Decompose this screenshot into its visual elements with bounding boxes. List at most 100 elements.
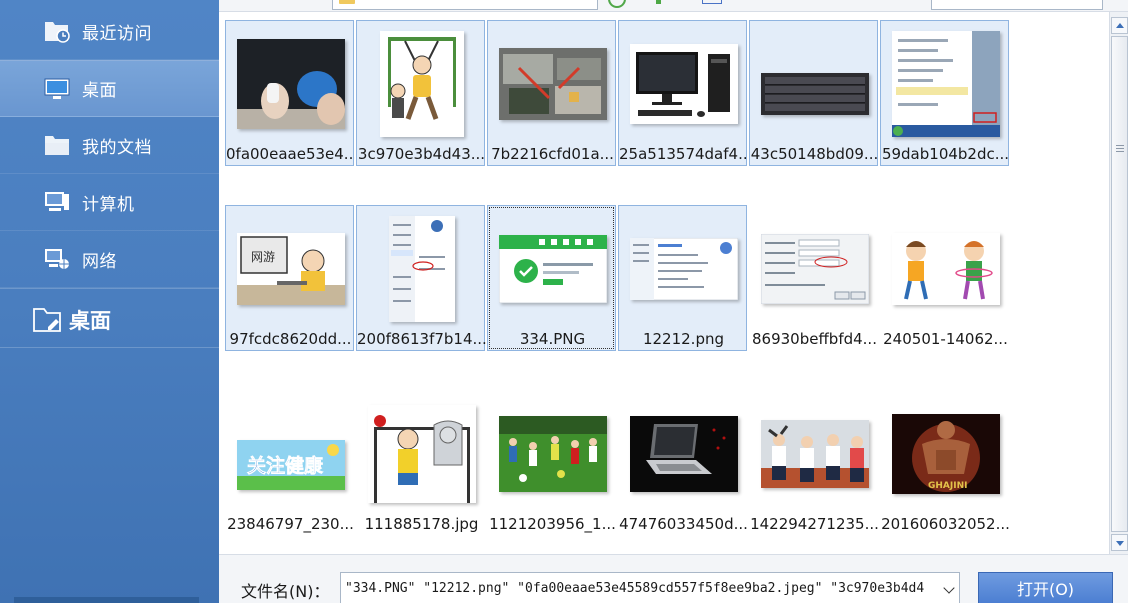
file-name: 12212.png — [642, 330, 725, 348]
file-grid: 0fa00eaae53e4... 3c970e3b4d43... 7b2216c… — [219, 12, 1109, 554]
thumbnail — [367, 215, 476, 322]
folder-icon — [339, 0, 355, 4]
thumbnail — [760, 216, 869, 321]
sidebar-item-computer[interactable]: 计算机 — [0, 174, 219, 231]
file-name: 0fa00eaae53e4... — [226, 145, 355, 163]
file-name-field[interactable]: "334.PNG" "12212.png" "0fa00eaae53e45589… — [340, 572, 960, 603]
sidebar-item-recent[interactable]: 最近访问 — [0, 3, 219, 60]
file-name: 334.PNG — [519, 330, 586, 348]
thumbnail: GHAJINI — [891, 401, 1000, 506]
sidebar-item-network[interactable]: 网络 — [0, 231, 219, 288]
file-name: 200f8613f7b14... — [357, 330, 486, 348]
file-name: 142294271235... — [750, 515, 879, 533]
computer-icon — [45, 192, 69, 211]
file-name-value: "334.PNG" "12212.png" "0fa00eaae53e45589… — [345, 581, 925, 596]
thumbnail — [629, 216, 738, 321]
file-tile[interactable]: 59dab104b2dc... — [880, 20, 1009, 166]
file-name-label: 文件名(N)： — [241, 582, 330, 601]
file-tile[interactable]: GHAJINI 201606032052... — [880, 390, 1010, 536]
file-tile[interactable]: 12212.png — [618, 205, 747, 351]
scrollbar-thumb[interactable] — [1111, 36, 1128, 532]
banner-thumbnail: 关注健康 — [236, 439, 345, 490]
file-tile[interactable]: 3c970e3b4d43... — [356, 20, 485, 166]
file-name: 201606032052... — [881, 515, 1010, 533]
file-name-bar: 文件名(N)： "334.PNG" "12212.png" "0fa00eaae… — [219, 554, 1128, 603]
path-selector[interactable] — [332, 0, 598, 10]
sidebar-item-label: 我的文档 — [82, 137, 152, 158]
file-tile[interactable]: 240501-14062... — [880, 205, 1009, 351]
file-name: 59dab104b2dc... — [881, 145, 1010, 163]
kids-soccer-thumbnail — [498, 415, 607, 492]
file-name: 7b2216cfd01a... — [491, 145, 614, 163]
file-tile[interactable]: 0fa00eaae53e4... — [225, 20, 355, 166]
sidebar-item-documents[interactable]: 我的文档 — [0, 117, 219, 174]
gamer-sign-text: 网游 — [251, 250, 275, 264]
sidebar: 最近访问 桌面 我的文档 计算机 网络 桌面 — [0, 0, 219, 603]
file-tile[interactable]: 334.PNG — [487, 205, 616, 351]
file-name: 25a513574daf4... — [619, 145, 748, 163]
file-tile[interactable]: 142294271235... — [749, 390, 879, 536]
thumbnail — [629, 401, 738, 506]
file-tile[interactable]: 7b2216cfd01a... — [487, 20, 616, 166]
file-name: 3c970e3b4d43... — [357, 145, 486, 163]
thumbnail — [629, 31, 738, 136]
vertical-scrollbar[interactable] — [1109, 12, 1128, 554]
sidebar-item-desktop[interactable]: 桌面 — [0, 60, 219, 117]
thumbnail — [498, 31, 607, 136]
open-button[interactable]: 打开(O) — [978, 572, 1113, 603]
sidebar-section-desktop[interactable]: 桌面 — [0, 288, 219, 348]
file-name: 97fcdc8620dd... — [229, 330, 352, 348]
file-name: 23846797_230... — [227, 515, 354, 533]
file-tile[interactable]: 25a513574daf4... — [618, 20, 748, 166]
file-tile[interactable]: 111885178.jpg — [356, 390, 485, 536]
recent-folder-icon — [45, 22, 70, 43]
start-menu-thumbnail — [891, 30, 1000, 137]
thumbnail: 网游 — [236, 216, 345, 321]
file-name: 43c50148bd09... — [750, 145, 879, 163]
file-tile[interactable]: 网游 97fcdc8620dd... — [225, 205, 354, 351]
arrow-up-icon — [1116, 23, 1124, 28]
sidebar-item-label: 桌面 — [82, 81, 117, 101]
arrow-down-icon — [1116, 541, 1124, 546]
file-tile[interactable]: 47476033450d... — [618, 390, 748, 536]
sidebar-item-label: 计算机 — [82, 194, 135, 215]
search-input[interactable] — [931, 0, 1103, 10]
thumbnail — [498, 216, 607, 321]
file-name: 47476033450d... — [619, 515, 748, 533]
view-mode-icon[interactable] — [702, 0, 722, 4]
dialog-box-thumbnail — [760, 233, 869, 304]
file-tile[interactable]: 200f8613f7b14... — [356, 205, 486, 351]
desktop-pc-thumbnail — [629, 43, 738, 124]
sidebar-item-label: 最近访问 — [82, 23, 152, 44]
laptop-thumbnail — [629, 415, 738, 492]
scroll-up-button[interactable] — [1111, 17, 1128, 34]
file-tile[interactable]: 43c50148bd09... — [749, 20, 878, 166]
movie-poster-thumbnail: GHAJINI — [891, 413, 1000, 494]
banner-text: 关注健康 — [247, 454, 324, 477]
network-icon — [45, 249, 69, 269]
file-name: 1121203956_1... — [489, 515, 616, 533]
grip-icon — [1116, 145, 1124, 152]
app-window-thumbnail — [498, 234, 607, 303]
file-tile[interactable]: 关注健康 23846797_230... — [225, 390, 354, 536]
cartoon-hanging-thumbnail — [367, 404, 476, 503]
cartoon-pullup-thumbnail — [379, 30, 464, 137]
thumbnail — [498, 401, 607, 506]
file-tile[interactable]: 1121203956_1... — [487, 390, 616, 536]
exercise-group-thumbnail — [760, 419, 869, 488]
sidebar-footer-bar — [14, 597, 199, 603]
file-name: 240501-14062... — [883, 330, 1008, 348]
cartoon-gamer-thumbnail: 网游 — [236, 232, 345, 305]
chevron-down-icon[interactable] — [943, 582, 955, 594]
file-name: 86930beffbfd4... — [752, 330, 877, 348]
poster-title-text: GHAJINI — [928, 481, 967, 491]
desktop-icon — [44, 78, 70, 99]
refresh-icon[interactable] — [608, 0, 626, 8]
thumbnail — [367, 30, 476, 137]
file-name: 111885178.jpg — [364, 515, 479, 533]
thumbnail — [760, 401, 869, 506]
new-folder-icon[interactable] — [656, 0, 661, 4]
file-tile[interactable]: 86930beffbfd4... — [749, 205, 878, 351]
keyboard-thumbnail — [760, 72, 869, 115]
scroll-down-button[interactable] — [1111, 534, 1128, 551]
